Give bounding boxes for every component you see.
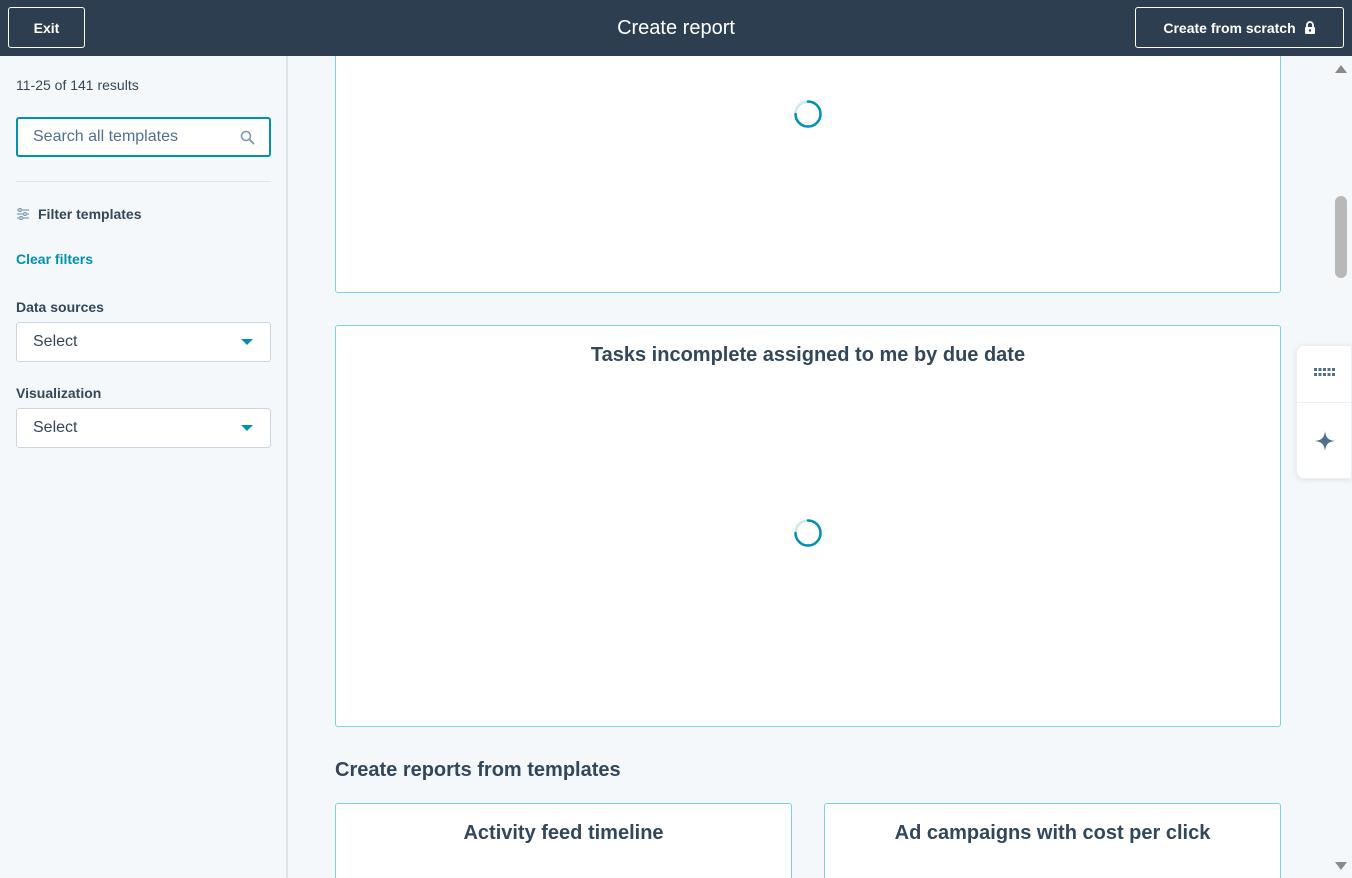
- loading-spinner-icon: [794, 519, 822, 547]
- template-results: Tasks incomplete assigned to me by due d…: [290, 56, 1330, 878]
- scroll-up-arrow-icon[interactable]: [1335, 65, 1347, 73]
- visualization-selected-value: Select: [33, 419, 78, 436]
- visualization-label: Visualization: [16, 385, 102, 401]
- visualization-select[interactable]: Select: [16, 408, 271, 448]
- loading-spinner-icon: [794, 100, 822, 128]
- caret-down-icon: [241, 425, 253, 431]
- scrollbar-thumb[interactable]: [1335, 196, 1347, 278]
- section-heading: Create reports from templates: [335, 759, 621, 781]
- search-input[interactable]: [18, 119, 233, 155]
- sidebar-divider: [16, 181, 271, 182]
- grid-icon[interactable]: [1314, 368, 1336, 378]
- template-card-title: Activity feed timeline: [463, 822, 664, 844]
- caret-down-icon: [241, 339, 253, 345]
- floating-side-widget: [1296, 345, 1352, 479]
- sparkle-icon[interactable]: [1314, 430, 1336, 452]
- exit-button[interactable]: Exit: [8, 7, 85, 48]
- template-filter-sidebar: 11-25 of 141 results Filter templates Cl…: [0, 56, 288, 878]
- scroll-down-arrow-icon[interactable]: [1335, 862, 1347, 870]
- sliders-icon: [17, 208, 29, 220]
- widget-divider: [1297, 402, 1352, 403]
- search-icon[interactable]: [240, 130, 255, 145]
- top-header: Exit Create report Create from scratch: [0, 0, 1352, 56]
- search-box[interactable]: [16, 117, 271, 157]
- data-sources-selected-value: Select: [33, 333, 78, 350]
- card-title: Tasks incomplete assigned to me by due d…: [590, 344, 1026, 366]
- lock-icon: [1304, 21, 1315, 34]
- template-card-ad-campaigns[interactable]: Ad campaigns with cost per click: [824, 803, 1281, 878]
- report-template-card[interactable]: Tasks incomplete assigned to me by due d…: [335, 325, 1281, 727]
- report-template-card[interactable]: [335, 56, 1281, 293]
- data-sources-select[interactable]: Select: [16, 322, 271, 362]
- create-from-scratch-label: Create from scratch: [1163, 19, 1296, 36]
- clear-filters-link[interactable]: Clear filters: [16, 251, 93, 267]
- filter-templates-header: Filter templates: [16, 206, 141, 222]
- results-count: 11-25 of 141 results: [16, 77, 139, 93]
- filter-templates-label: Filter templates: [38, 206, 142, 222]
- create-from-scratch-button[interactable]: Create from scratch: [1135, 7, 1344, 48]
- template-card-activity-feed[interactable]: Activity feed timeline: [335, 803, 792, 878]
- data-sources-label: Data sources: [16, 299, 104, 315]
- template-card-title: Ad campaigns with cost per click: [894, 822, 1211, 844]
